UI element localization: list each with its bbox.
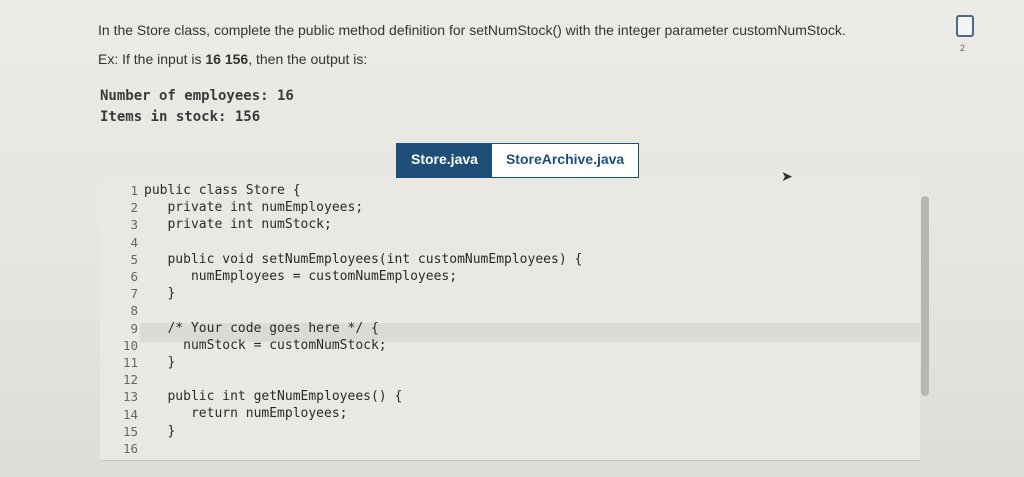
line-number: 15 [122, 423, 138, 439]
mouse-cursor-icon: ➤ [781, 168, 793, 184]
line-number: 14 [122, 406, 138, 422]
code-line[interactable]: } [144, 423, 582, 440]
expected-output: Number of employees: 16 Items in stock: … [100, 86, 294, 128]
example-prefix: Ex: If the input is [98, 51, 206, 67]
line-number: 2 [130, 200, 138, 216]
tab-store-java[interactable]: Store.java [397, 144, 492, 177]
code-line[interactable]: numStock = customNumStock; [144, 337, 582, 354]
editor-scrollbar[interactable] [921, 196, 929, 396]
code-line[interactable]: public void setNumEmployees(int customNu… [144, 251, 582, 268]
line-number: 5 [130, 251, 138, 267]
example-suffix: , then the output is: [248, 51, 368, 67]
code-line[interactable]: return numEmployees; [144, 405, 582, 422]
line-number: 16 [122, 441, 138, 457]
code-line[interactable]: public class Store { [144, 182, 582, 199]
example-text: Ex: If the input is 16 156, then the out… [98, 51, 367, 67]
code-lines[interactable]: public class Store { private int numEmpl… [144, 182, 582, 457]
code-editor[interactable]: 1 2 3 4 5 6 7 8 9 10 11 12 13 14 15 16 p… [100, 178, 920, 461]
line-number: 4 [130, 234, 138, 250]
problem-statement: In the Store class, complete the public … [98, 22, 846, 38]
line-number: 12 [122, 372, 138, 388]
code-line[interactable] [144, 371, 582, 388]
code-line[interactable] [144, 234, 582, 251]
code-line[interactable]: private int numStock; [144, 216, 582, 233]
code-line[interactable]: } [144, 354, 582, 371]
line-number: 6 [130, 269, 138, 285]
line-number-gutter: 1 2 3 4 5 6 7 8 9 10 11 12 13 14 15 16 [100, 182, 140, 457]
line-number: 3 [130, 217, 138, 233]
file-tabs: Store.java StoreArchive.java [396, 143, 640, 178]
line-number: 1 [130, 183, 138, 198]
check-count: 2 [960, 43, 966, 53]
completion-checkbox[interactable] [956, 15, 974, 37]
line-number: 8 [130, 303, 138, 319]
code-line[interactable]: public int getNumEmployees() { [144, 388, 582, 405]
tab-storearchive-java[interactable]: StoreArchive.java [491, 144, 639, 177]
code-line[interactable]: private int numEmployees; [144, 199, 582, 216]
line-number: 10 [122, 337, 138, 353]
line-number: 11 [122, 355, 138, 371]
code-line[interactable] [144, 440, 582, 457]
line-number: 9 [130, 320, 138, 336]
output-line: Items in stock: 156 [100, 109, 261, 125]
line-number: 7 [130, 286, 138, 302]
code-line[interactable]: } [144, 285, 582, 302]
example-input: 16 156 [205, 51, 249, 67]
code-line[interactable]: numEmployees = customNumEmployees; [144, 268, 582, 285]
line-number: 13 [122, 389, 138, 405]
code-line[interactable]: /* Your code goes here */ { [144, 320, 582, 337]
code-line[interactable] [144, 302, 582, 319]
output-line: Number of employees: 16 [100, 88, 294, 104]
